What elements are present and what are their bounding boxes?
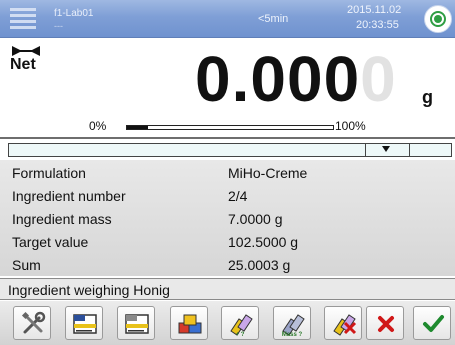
info-value: MiHo-Creme (228, 165, 308, 181)
bargraph-fill (127, 126, 148, 129)
mass-caption: Mass ? (281, 332, 303, 338)
threshold-tick-high (409, 143, 410, 157)
threshold-marker-icon (382, 146, 390, 152)
weighing-display: Net 0.0000 g 0% 100% (0, 39, 455, 137)
info-key: Ingredient number (12, 188, 126, 204)
packaging-button[interactable] (117, 306, 155, 340)
checkmark-icon (423, 315, 444, 332)
logged-user[interactable]: f1-Lab01 (54, 8, 93, 19)
info-value: 25.0003 g (228, 257, 291, 273)
info-key: Sum (12, 257, 41, 273)
info-row-sum: Sum 25.0003 g (0, 254, 455, 277)
user-logo-icon[interactable] (8, 6, 38, 32)
info-panel: Formulation MiHo-Creme Ingredient number… (0, 160, 455, 276)
bargraph (126, 125, 334, 130)
date: 2015.11.02 (347, 4, 402, 16)
ingredients-icon (178, 314, 202, 334)
close-icon (378, 316, 394, 332)
time-left: <5min (258, 13, 289, 25)
skip-ingredient-button[interactable] (324, 306, 362, 340)
database-card-icon (125, 314, 149, 334)
info-value: 2/4 (228, 188, 248, 204)
tare-icon (12, 46, 40, 56)
info-value: 102.5000 g (228, 234, 299, 250)
weight-unit[interactable]: g (422, 87, 433, 108)
info-key: Ingredient mass (12, 211, 112, 227)
threshold-tick-low (365, 143, 366, 157)
weights-cancel-icon (333, 314, 357, 336)
message-text: Ingredient weighing Honig (8, 282, 170, 298)
status-bar: f1-Lab01 --- <5min 2015.11.02 20:33:55 (0, 0, 455, 38)
weight-value: 0.000 (195, 43, 361, 115)
add-ingredient-button[interactable]: + ? (221, 306, 259, 340)
weight-readout: 0.0000 (195, 39, 397, 123)
database-card-icon (73, 314, 97, 334)
divider (0, 137, 455, 139)
info-row-formulation: Formulation MiHo-Creme (0, 162, 455, 185)
clock: 20:33:55 (356, 19, 399, 31)
info-value: 7.0000 g (228, 211, 283, 227)
message-bar: Ingredient weighing Honig (0, 278, 455, 300)
level-indicator-icon[interactable] (424, 5, 452, 33)
tare-database-button[interactable] (65, 306, 103, 340)
bargraph-min-label: 0% (89, 119, 107, 133)
threshold-strip (8, 143, 452, 157)
logged-user-sub: --- (54, 21, 63, 31)
toolbar: + ? Mass ? (0, 301, 455, 345)
tools-icon (21, 311, 46, 334)
info-row-ingredient-mass: Ingredient mass 7.0000 g (0, 208, 455, 231)
confirm-button[interactable] (413, 306, 451, 340)
info-row-target-value: Target value 102.5000 g (0, 231, 455, 254)
mass-button[interactable]: Mass ? (273, 306, 311, 340)
settings-button[interactable] (13, 306, 51, 340)
net-label: Net (10, 56, 36, 73)
info-row-ingredient-number: Ingredient number 2/4 (0, 185, 455, 208)
cancel-button[interactable] (366, 306, 404, 340)
weight-last-digit: 0 (360, 43, 397, 115)
add-ingredient-caption: + ? (235, 332, 245, 338)
info-key: Formulation (12, 165, 86, 181)
ingredients-button[interactable] (170, 306, 208, 340)
info-key: Target value (12, 234, 89, 250)
bargraph-max-label: 100% (335, 119, 366, 133)
